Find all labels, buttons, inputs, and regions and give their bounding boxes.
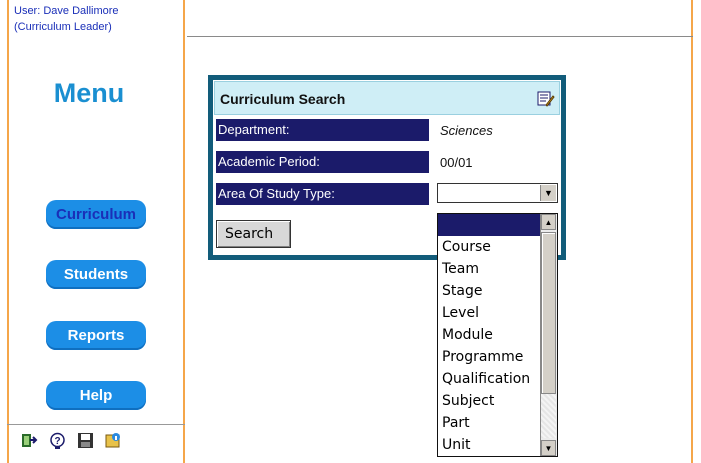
nav-button-help[interactable]: Help [46,381,146,410]
dropdown-option-qualification[interactable]: Qualification [438,368,542,390]
academic-period-label: Academic Period: [216,151,429,173]
svg-text:?: ? [54,436,60,447]
nav-button-reports[interactable]: Reports [46,321,146,350]
panel-header: Curriculum Search [214,81,560,115]
sidebar-divider [7,424,185,425]
dropdown-option-unit[interactable]: Unit [438,434,542,456]
save-icon[interactable] [77,432,94,449]
academic-period-value: 00/01 [440,155,473,170]
dropdown-option-subject[interactable]: Subject [438,390,542,412]
department-value: Sciences [440,123,493,138]
search-button[interactable]: Search [216,220,291,248]
scroll-down-icon[interactable]: ▼ [541,440,556,456]
user-role: (Curriculum Leader) [14,21,112,33]
scroll-track[interactable] [541,394,556,438]
nav-button-curriculum[interactable]: Curriculum [46,200,146,229]
chevron-down-icon[interactable]: ▼ [540,185,556,201]
dropdown-option-course[interactable]: Course [438,236,542,258]
scroll-up-icon[interactable]: ▲ [541,214,556,230]
menu-title: Menu [53,78,125,108]
info-icon[interactable] [105,432,122,449]
user-name: User: Dave Dallimore [14,5,119,17]
scroll-thumb[interactable] [541,232,556,394]
dropdown-option-stage[interactable]: Stage [438,280,542,302]
toolbar-icons: ? [21,432,122,449]
area-of-study-type-label: Area Of Study Type: [216,183,429,205]
edit-icon[interactable] [537,90,555,108]
study-type-dropdown[interactable]: Course Team Stage Level Module Programme… [437,213,558,457]
department-label: Department: [216,119,429,141]
help-icon[interactable]: ? [49,432,66,449]
dropdown-option-blank[interactable] [438,214,542,236]
area-of-study-type-select[interactable]: ▼ [437,183,558,203]
user-info: User: Dave Dallimore (Curriculum Leader) [14,3,119,35]
panel-title: Curriculum Search [220,91,346,107]
dropdown-option-part[interactable]: Part [438,412,542,434]
dropdown-option-team[interactable]: Team [438,258,542,280]
dropdown-options: Course Team Stage Level Module Programme… [438,214,542,456]
nav-button-students[interactable]: Students [46,260,146,289]
dropdown-option-module[interactable]: Module [438,324,542,346]
dropdown-option-programme[interactable]: Programme [438,346,542,368]
dropdown-scrollbar[interactable]: ▲ ▼ [540,214,557,456]
top-divider [187,36,693,37]
dropdown-option-level[interactable]: Level [438,302,542,324]
exit-icon[interactable] [21,432,38,449]
